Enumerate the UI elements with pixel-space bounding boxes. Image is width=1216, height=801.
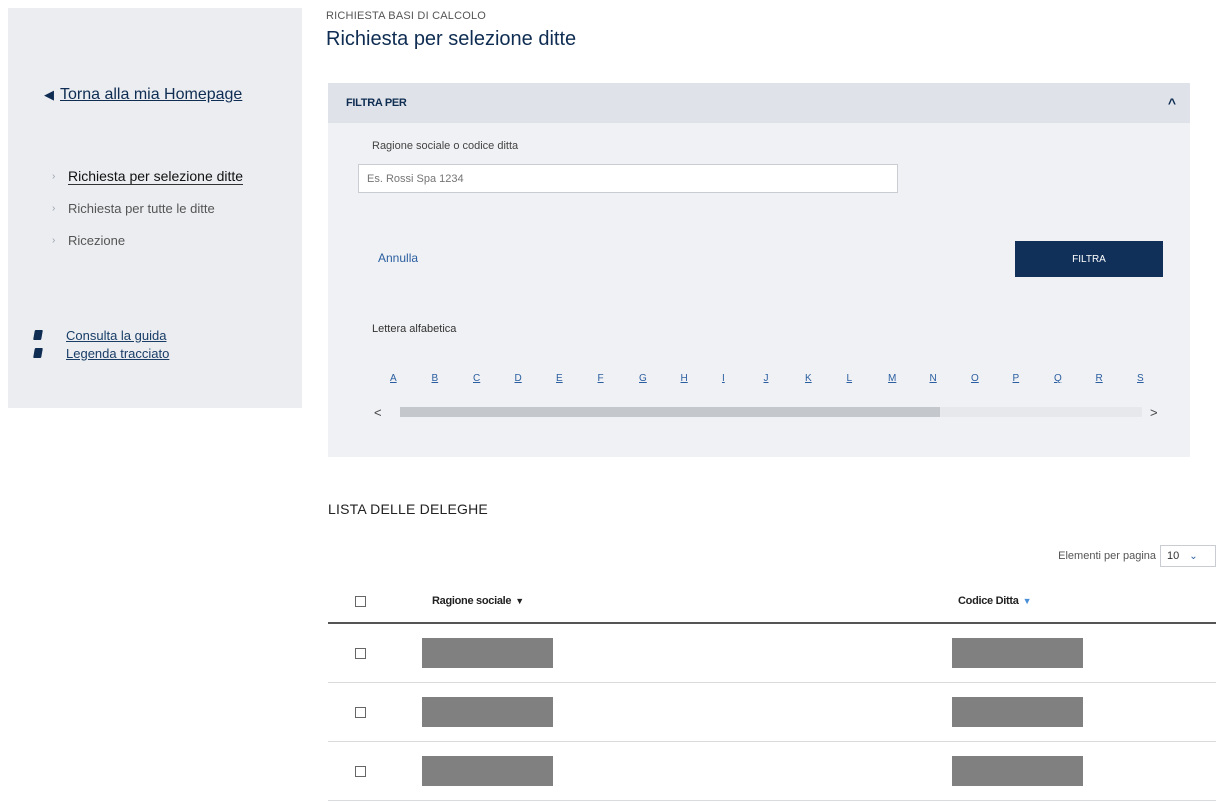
letter-link-c[interactable]: C bbox=[473, 373, 515, 384]
search-field-label: Ragione sociale o codice ditta bbox=[372, 140, 519, 152]
letter-link-l[interactable]: L bbox=[847, 373, 889, 384]
chevron-right-icon: › bbox=[52, 202, 56, 214]
row-checkbox[interactable] bbox=[355, 706, 366, 718]
per-page-value: 10 bbox=[1167, 550, 1180, 562]
page-title: Richiesta per selezione ditte bbox=[326, 28, 577, 50]
book-icon bbox=[33, 330, 43, 340]
back-link-label: Torna alla mia Homepage bbox=[60, 86, 243, 103]
letter-link-h[interactable]: H bbox=[681, 373, 723, 384]
sidebar-item-ricezione[interactable]: › Ricezione bbox=[52, 224, 243, 256]
letter-link-o[interactable]: O bbox=[971, 373, 1013, 384]
sort-down-icon: ▼ bbox=[515, 596, 524, 606]
redacted-codice-ditta bbox=[952, 756, 1083, 786]
list-title: LISTA DELLE DELEGHE bbox=[328, 501, 488, 517]
table-row[interactable] bbox=[328, 683, 1216, 742]
search-input[interactable] bbox=[358, 164, 898, 193]
letter-link-k[interactable]: K bbox=[805, 373, 847, 384]
cancel-link[interactable]: Annulla bbox=[378, 251, 418, 265]
chevron-down-icon: ⌄ bbox=[1189, 550, 1198, 562]
filter-panel-header[interactable]: FILTRA PER ^ bbox=[328, 83, 1190, 123]
filter-panel-title: FILTRA PER bbox=[346, 97, 407, 109]
select-all-checkbox[interactable] bbox=[355, 595, 366, 607]
sidebar-item-tutte-le-ditte[interactable]: › Richiesta per tutte le ditte bbox=[52, 192, 243, 224]
letter-link-e[interactable]: E bbox=[556, 373, 598, 384]
scroll-right-icon[interactable]: > bbox=[1150, 405, 1158, 420]
table-row[interactable] bbox=[328, 742, 1216, 801]
letter-link-g[interactable]: G bbox=[639, 373, 681, 384]
per-page-label: Elementi per pagina bbox=[1058, 550, 1156, 562]
redacted-ragione-sociale bbox=[422, 638, 553, 668]
book-icon bbox=[33, 348, 43, 358]
consulta-guida-label: Consulta la guida bbox=[66, 327, 167, 343]
horizontal-scrollbar[interactable] bbox=[400, 407, 1142, 417]
letter-link-a[interactable]: A bbox=[390, 373, 432, 384]
consulta-guida-link[interactable]: Consulta la guida bbox=[33, 326, 169, 344]
legenda-tracciato-label: Legenda tracciato bbox=[66, 345, 170, 361]
sidebar-item-label: Richiesta per selezione ditte bbox=[68, 167, 244, 185]
alphabet-label: Lettera alfabetica bbox=[372, 323, 457, 335]
redacted-ragione-sociale bbox=[422, 697, 553, 727]
letter-link-d[interactable]: D bbox=[515, 373, 557, 384]
table-row[interactable] bbox=[328, 624, 1216, 683]
letter-link-r[interactable]: R bbox=[1096, 373, 1138, 384]
sidebar-item-label: Ricezione bbox=[68, 232, 126, 248]
column-header-codice-ditta[interactable]: Codice Ditta ▼ bbox=[958, 595, 1031, 607]
caret-left-icon: ◀ bbox=[44, 87, 54, 102]
table-header: Ragione sociale ▼ Codice Ditta ▼ bbox=[328, 580, 1216, 624]
letter-link-p[interactable]: P bbox=[1013, 373, 1055, 384]
redacted-codice-ditta bbox=[952, 638, 1083, 668]
letter-link-j[interactable]: J bbox=[764, 373, 806, 384]
redacted-ragione-sociale bbox=[422, 756, 553, 786]
letter-link-q[interactable]: Q bbox=[1054, 373, 1096, 384]
sidebar: ◀ Torna alla mia Homepage › Richiesta pe… bbox=[8, 8, 302, 408]
letter-link-b[interactable]: B bbox=[432, 373, 474, 384]
row-checkbox[interactable] bbox=[355, 647, 366, 659]
breadcrumb: RICHIESTA BASI DI CALCOLO bbox=[326, 10, 487, 22]
per-page-select[interactable]: 10 ⌄ bbox=[1160, 545, 1216, 567]
deleghe-table: Ragione sociale ▼ Codice Ditta ▼ bbox=[328, 580, 1216, 801]
letter-link-f[interactable]: F bbox=[598, 373, 640, 384]
scrollbar-thumb[interactable] bbox=[400, 407, 940, 417]
sidebar-item-label: Richiesta per tutte le ditte bbox=[68, 200, 215, 216]
sidebar-help-links: Consulta la guida Legenda tracciato bbox=[33, 326, 170, 362]
letter-link-n[interactable]: N bbox=[930, 373, 972, 384]
per-page-control: Elementi per pagina 10 ⌄ bbox=[1058, 545, 1216, 567]
letter-link-i[interactable]: I bbox=[722, 373, 764, 384]
chevron-right-icon: › bbox=[52, 234, 56, 246]
chevron-up-icon[interactable]: ^ bbox=[1168, 95, 1176, 111]
filter-button[interactable]: FILTRA bbox=[1015, 241, 1163, 277]
redacted-codice-ditta bbox=[952, 697, 1083, 727]
row-checkbox[interactable] bbox=[355, 765, 366, 777]
letter-link-m[interactable]: M bbox=[888, 373, 930, 384]
sidebar-nav: › Richiesta per selezione ditte › Richie… bbox=[52, 160, 244, 256]
sidebar-item-selezione-ditte[interactable]: › Richiesta per selezione ditte bbox=[52, 160, 244, 192]
sort-down-icon: ▼ bbox=[1022, 596, 1032, 606]
letter-link-s[interactable]: S bbox=[1137, 373, 1179, 384]
column-header-ragione-sociale[interactable]: Ragione sociale ▼ bbox=[432, 595, 524, 607]
filter-panel: FILTRA PER ^ Ragione sociale o codice di… bbox=[328, 83, 1190, 457]
legenda-tracciato-link[interactable]: Legenda tracciato bbox=[33, 344, 170, 362]
back-to-homepage-link[interactable]: ◀ Torna alla mia Homepage bbox=[44, 86, 242, 104]
scroll-left-icon[interactable]: < bbox=[374, 405, 382, 420]
column-label: Codice Ditta bbox=[958, 595, 1019, 607]
chevron-right-icon: › bbox=[52, 170, 56, 182]
alphabet-letters: ABCDEFGHIJKLMNOPQRS bbox=[390, 373, 1179, 384]
column-label: Ragione sociale bbox=[432, 595, 512, 607]
